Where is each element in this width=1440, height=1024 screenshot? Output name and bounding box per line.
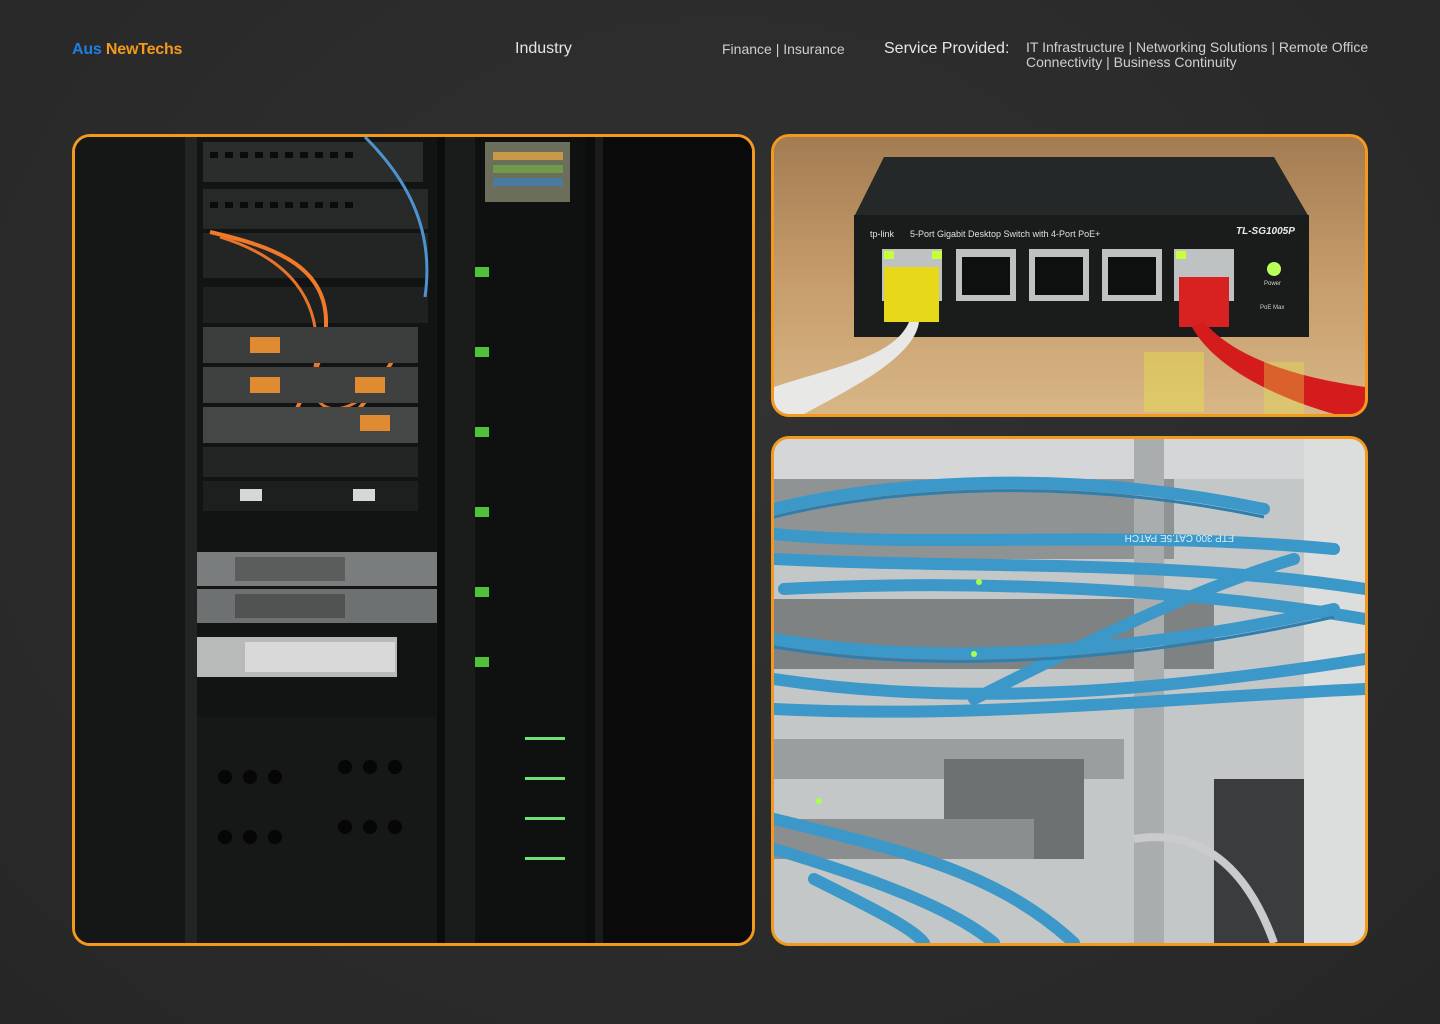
brand-logo[interactable]: Aus NewTechs xyxy=(72,41,182,59)
case-study-page: Aus NewTechs Industry Finance | Insuranc… xyxy=(0,0,1440,1024)
service-label: Service Provided: xyxy=(884,40,1010,57)
patch-cables-image: FTP 300 CAT.5E PATCH xyxy=(771,436,1368,946)
network-switch-illustration: tp-link 5-Port Gigabit Desktop Switch wi… xyxy=(774,137,1365,414)
server-rack-image xyxy=(72,134,755,946)
patch-cables-illustration: FTP 300 CAT.5E PATCH xyxy=(774,439,1365,943)
brand-part-newtechs: NewTechs xyxy=(105,41,183,58)
switch-brand-text: tp-link xyxy=(870,229,895,239)
switch-desc-text: 5-Port Gigabit Desktop Switch with 4-Por… xyxy=(910,229,1100,239)
industry-label: Industry xyxy=(515,40,572,57)
power-led-label: Power xyxy=(1264,281,1281,287)
brand-part-aus: Aus xyxy=(72,41,102,58)
service-value: IT Infrastructure | Networking Solutions… xyxy=(1026,39,1369,70)
network-switch-image: tp-link 5-Port Gigabit Desktop Switch wi… xyxy=(771,134,1368,417)
switch-model-text: TL-SG1005P xyxy=(1236,226,1295,237)
cable-printed-text: FTP 300 CAT.5E PATCH xyxy=(1125,532,1234,543)
header: Aus NewTechs Industry Finance | Insuranc… xyxy=(72,38,1368,78)
server-rack-illustration xyxy=(75,137,752,943)
poe-max-label: PoE Max xyxy=(1260,305,1284,311)
industry-value: Finance | Insurance xyxy=(722,41,845,57)
